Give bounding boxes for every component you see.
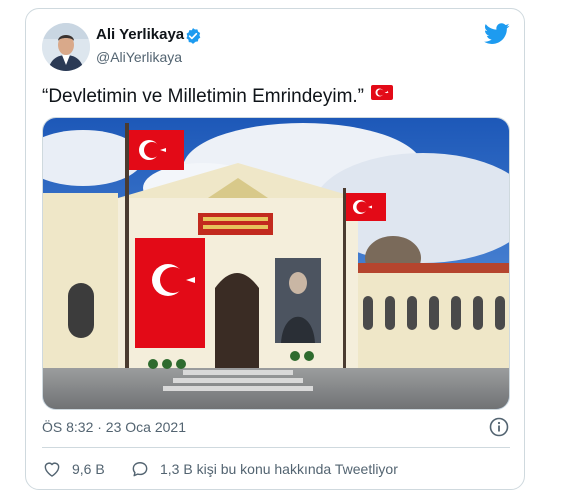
heart-icon [44, 462, 60, 477]
tweet-text-content: “Devletimin ve Milletimin Emrindeyim.” [42, 86, 364, 107]
like-count: 9,6 B [72, 461, 105, 477]
author-handle[interactable]: @AliYerlikaya [96, 49, 182, 65]
tweet-timestamp[interactable]: ÖS 8:32 · 23 Oca 2021 [42, 419, 186, 435]
turkish-flag-emoji-icon [371, 85, 394, 100]
verified-badge-icon [186, 28, 201, 44]
info-icon[interactable] [489, 417, 509, 437]
twitter-bird-icon[interactable] [484, 23, 510, 45]
reply-button[interactable]: 1,3 B kişi bu konu hakkında Tweetliyor [130, 459, 398, 479]
divider [42, 447, 510, 448]
tweet-photo[interactable] [42, 117, 510, 410]
reply-count-text: 1,3 B kişi bu konu hakkında Tweetliyor [160, 461, 398, 477]
author-name[interactable]: Ali Yerlikaya [96, 26, 184, 43]
tweet-text: “Devletimin ve Milletimin Emrindeyim.” [42, 85, 394, 108]
reply-bubble-icon [132, 462, 148, 477]
avatar[interactable] [42, 23, 90, 71]
like-button[interactable]: 9,6 B [42, 459, 105, 479]
city-hall-building-image [43, 118, 509, 409]
avatar-image [42, 23, 90, 71]
tweet-card: Ali Yerlikaya @AliYerlikaya “Devletimin … [25, 8, 525, 490]
